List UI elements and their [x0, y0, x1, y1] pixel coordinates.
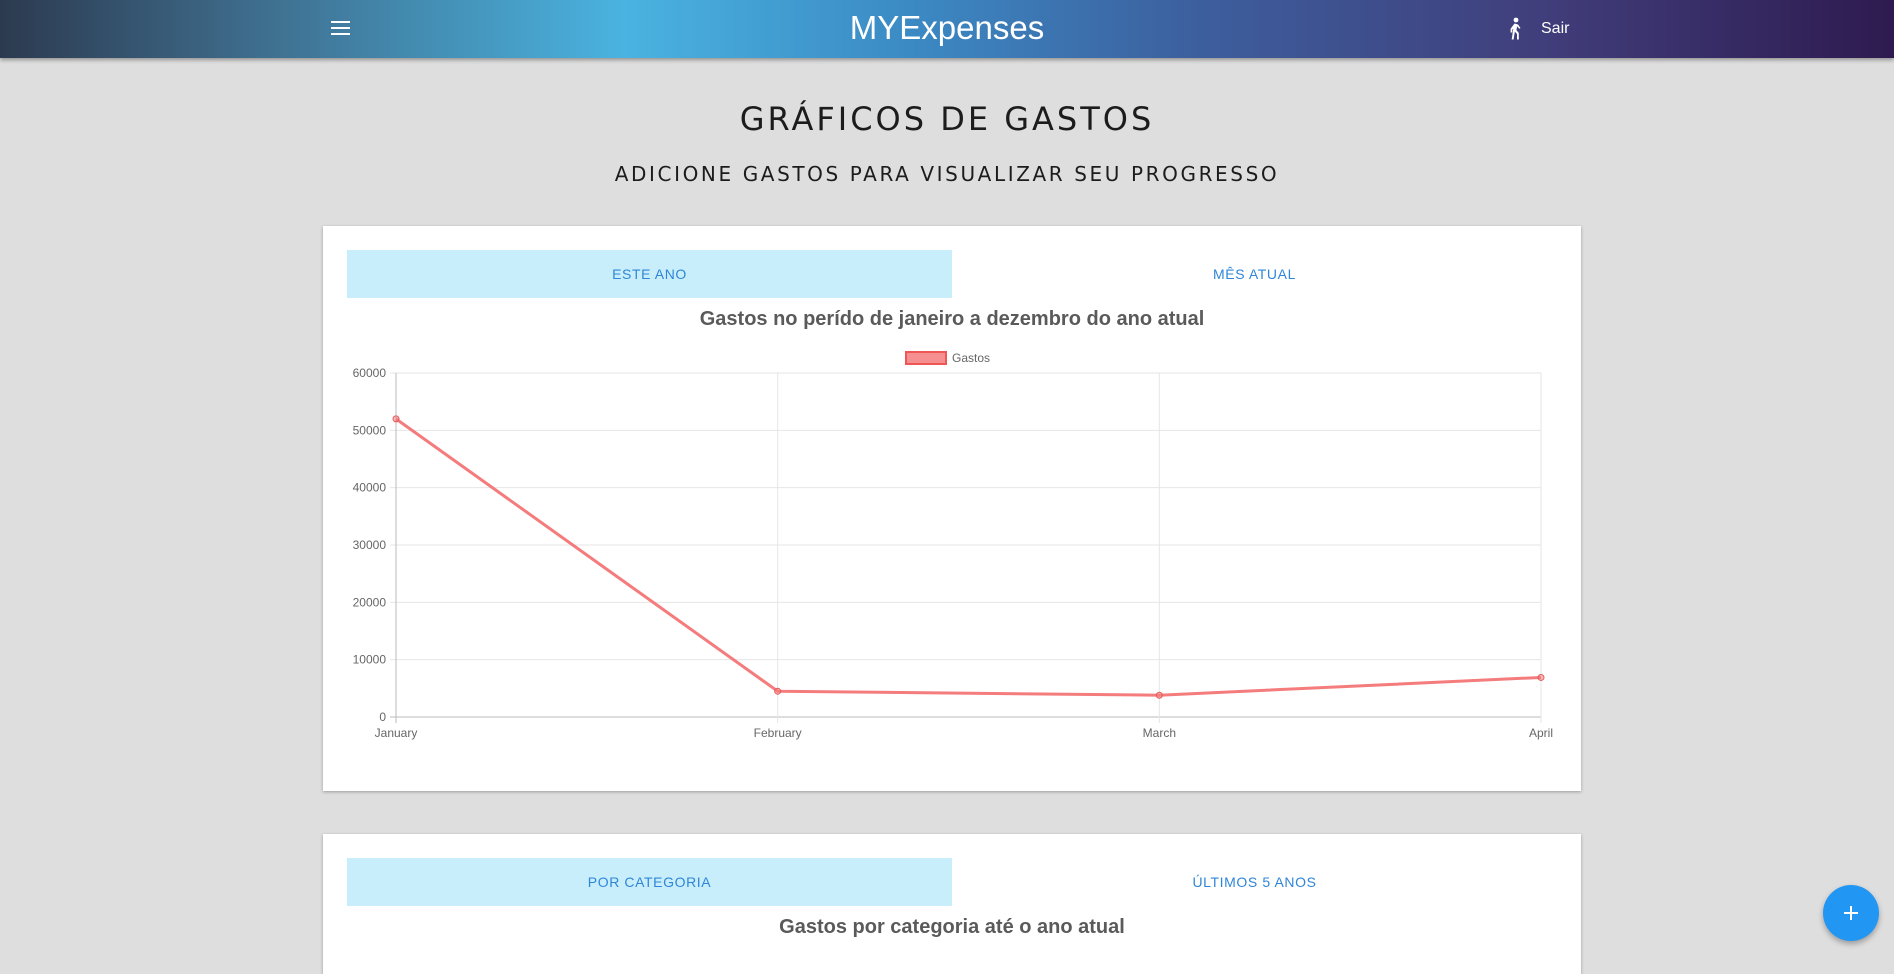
add-expense-button[interactable]	[1823, 885, 1879, 941]
y-tick-label: 40000	[353, 481, 387, 495]
y-tick-label: 10000	[353, 653, 387, 667]
category-chart-title: Gastos por categoria até o ano atual	[779, 916, 1125, 938]
y-tick-label: 30000	[353, 538, 387, 552]
data-point	[1537, 673, 1545, 681]
series-line	[395, 417, 1542, 697]
tab-ultimos-5-anos[interactable]: ÚLTIMOS 5 ANOS	[952, 858, 1557, 906]
page-subtitle: ADICIONE GASTOS PARA VISUALIZAR SEU PROG…	[614, 162, 1280, 186]
page-title: GRÁFICOS DE GASTOS	[739, 100, 1155, 138]
yearly-chart-card: ESTE ANO MÊS ATUAL Gastos no perído de j…	[323, 226, 1581, 791]
y-tick-label: 50000	[353, 423, 387, 437]
top-app-bar: MYExpenses Sair	[0, 0, 1894, 58]
x-tick-label: February	[754, 726, 802, 740]
y-tick-label: 20000	[353, 595, 387, 609]
legend-label: Gastos	[952, 351, 990, 365]
category-chart-card: POR CATEGORIA ÚLTIMOS 5 ANOS Gastos por …	[323, 834, 1581, 974]
logout-label: Sair	[1541, 20, 1570, 37]
logout-button[interactable]: Sair	[1506, 14, 1569, 44]
x-tick-label: March	[1143, 726, 1176, 740]
app-title: MYExpenses	[849, 9, 1045, 46]
tab-por-categoria[interactable]: POR CATEGORIA	[347, 858, 952, 906]
line-chart: 0 10000 20000 30000 40000 50000 60000 January Fe…	[353, 351, 1553, 740]
data-point	[392, 415, 400, 423]
x-tick-label: January	[375, 726, 418, 740]
walking-person-icon	[1510, 17, 1521, 40]
category-chart-tabs: POR CATEGORIA ÚLTIMOS 5 ANOS	[347, 858, 1557, 906]
data-point	[1155, 691, 1163, 699]
legend-swatch	[905, 351, 947, 365]
y-tick-label: 60000	[353, 366, 387, 380]
x-tick-label: April	[1529, 726, 1553, 740]
y-tick-label: 0	[379, 710, 386, 724]
data-point	[774, 687, 782, 695]
